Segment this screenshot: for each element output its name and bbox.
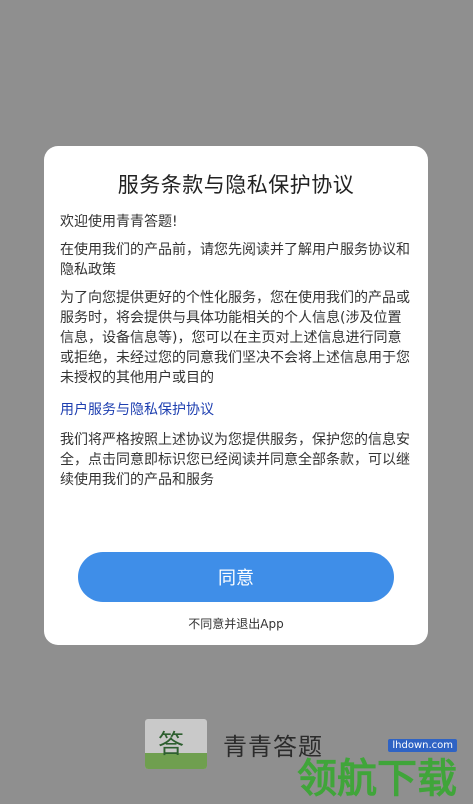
privacy-policy-link[interactable]: 用户服务与隐私保护协议 — [60, 400, 214, 420]
watermark-text: 领航下载 — [297, 756, 457, 802]
agree-button[interactable]: 同意 — [78, 552, 394, 602]
dialog-title: 服务条款与隐私保护协议 — [117, 173, 355, 197]
welcome-text: 欢迎使用青青答题! — [60, 214, 178, 230]
closing-text: 我们将严格按照上述协议为您提供服务，保护您的信息安全，点击同意即标识您已经阅读并… — [60, 432, 410, 488]
app-logo: 答 — [145, 719, 207, 769]
logo-character: 答 — [158, 730, 185, 760]
dialog-content: 欢迎使用青青答题! 在使用我们的产品前，请您先阅读并了解用户服务协议和隐私政策 … — [60, 212, 412, 490]
privacy-agreement-dialog: 服务条款与隐私保护协议 欢迎使用青青答题! 在使用我们的产品前，请您先阅读并了解… — [44, 146, 428, 645]
read-policy-text: 在使用我们的产品前，请您先阅读并了解用户服务协议和隐私政策 — [60, 242, 410, 278]
disagree-exit-link[interactable]: 不同意并退出App — [44, 615, 428, 632]
personal-info-text: 为了向您提供更好的个性化服务，您在使用我们的产品或服务时，将会提供与具体功能相关… — [60, 290, 410, 386]
